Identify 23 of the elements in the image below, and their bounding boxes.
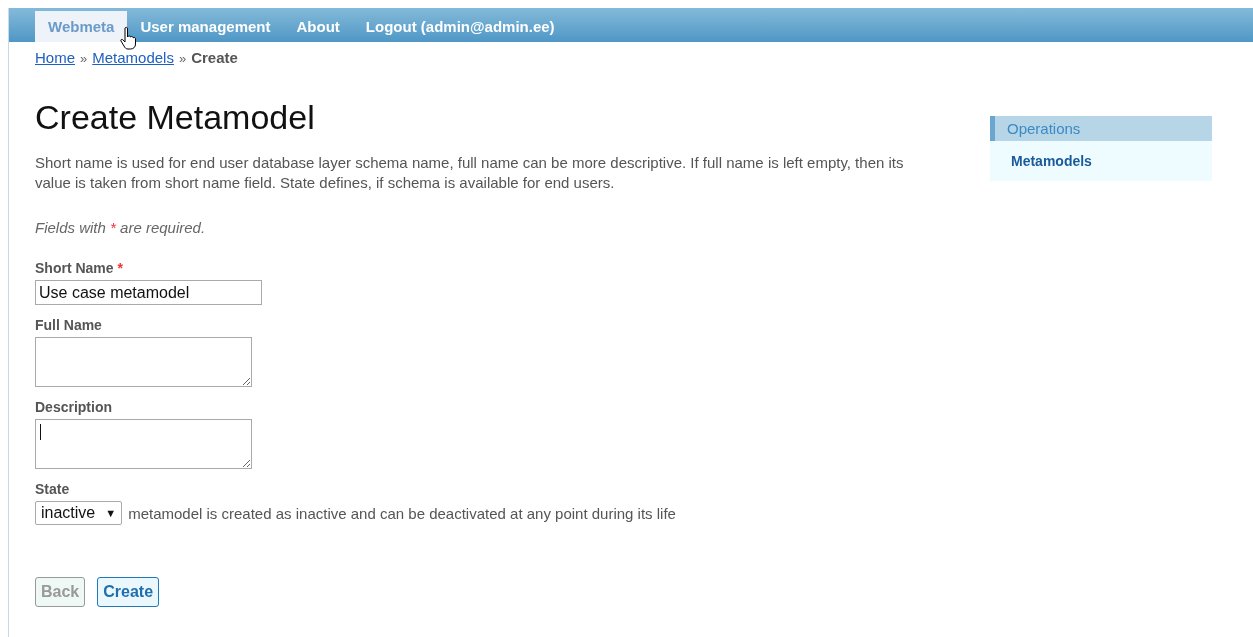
required-note: Fields with * are required. — [35, 219, 207, 236]
field-label: Short Name — [35, 260, 114, 276]
state-hint: metamodel is created as inactive and can be deactivated at any point during its life — [128, 504, 676, 522]
menu-item[interactable]: User management — [127, 11, 284, 42]
intro-text: Short name is used for end user database layer schema name, full name can be more descriptive. If full name is left empty, then its value is taken from short name field. State defines, if schema is available for end users. — [35, 153, 905, 193]
menu-item[interactable]: About — [283, 11, 353, 42]
field-label: Description — [35, 399, 112, 415]
breadcrumb-separator: » — [80, 51, 88, 66]
panel-link[interactable]: Metamodels — [990, 141, 1212, 169]
required-mark: * — [117, 260, 124, 276]
breadcrumb-link[interactable]: Home — [35, 49, 75, 66]
page-title: Create Metamodel — [35, 98, 316, 137]
panel-title: Operations — [990, 116, 1212, 141]
form-button[interactable]: Create — [97, 577, 160, 607]
menu-item[interactable]: Logout (admin@admin.ee) — [352, 11, 568, 42]
short-name-field[interactable]: Use case metamodel — [35, 280, 262, 305]
menu-item[interactable]: Webmeta — [35, 11, 128, 42]
breadcrumb-current: Create — [191, 49, 238, 66]
breadcrumb-link[interactable]: Metamodels — [92, 49, 174, 66]
breadcrumb-separator: » — [178, 51, 187, 66]
field-label: State — [35, 481, 70, 497]
state-dropdown[interactable]: inactive ▼ — [35, 501, 123, 525]
field-label: Full Name — [35, 317, 102, 333]
